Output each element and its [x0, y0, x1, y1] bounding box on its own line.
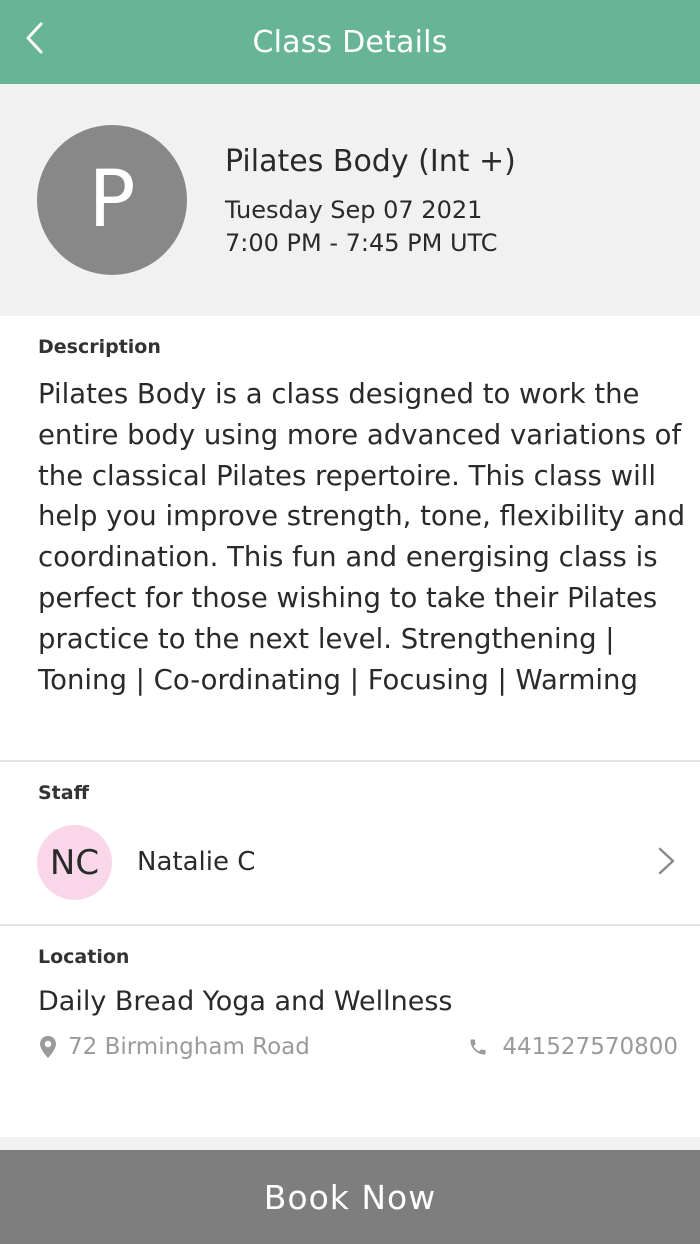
class-date: Tuesday Sep 07 2021 — [225, 196, 483, 224]
location-phone[interactable]: 441527570800 — [468, 1032, 678, 1062]
location-name: Daily Bread Yoga and Wellness — [38, 986, 453, 1017]
staff-name: Natalie C — [137, 847, 256, 877]
page-title: Class Details — [252, 24, 448, 60]
staff-avatar: NC — [37, 825, 112, 900]
book-now-button[interactable]: Book Now — [0, 1150, 700, 1244]
class-time: 7:00 PM - 7:45 PM UTC — [225, 229, 498, 257]
chevron-left-icon — [26, 22, 43, 54]
back-button[interactable] — [14, 18, 54, 58]
class-avatar: P — [37, 125, 187, 275]
divider — [0, 924, 700, 926]
staff-initials: NC — [49, 842, 100, 883]
staff-label: Staff — [38, 782, 89, 804]
address-text: 72 Birmingham Road — [68, 1034, 310, 1060]
bottom-spacer — [0, 1137, 700, 1150]
app-header: Class Details — [0, 0, 700, 84]
phone-icon — [470, 1039, 486, 1055]
location-address[interactable]: 72 Birmingham Road — [38, 1032, 310, 1062]
class-summary: P Pilates Body (Int +) Tuesday Sep 07 20… — [0, 84, 700, 316]
description-label: Description — [38, 336, 161, 358]
class-avatar-letter: P — [88, 155, 136, 245]
description-text: Pilates Body is a class designed to work… — [38, 378, 686, 696]
class-name: Pilates Body (Int +) — [225, 144, 516, 179]
phone-text: 441527570800 — [502, 1034, 678, 1060]
divider — [0, 760, 700, 762]
location-label: Location — [38, 946, 130, 968]
staff-row[interactable]: NC Natalie C — [0, 822, 700, 902]
chevron-right-icon — [658, 847, 675, 875]
map-pin-icon — [40, 1036, 56, 1058]
class-details-screen: Class Details P Pilates Body (Int +) Tue… — [0, 0, 700, 1244]
